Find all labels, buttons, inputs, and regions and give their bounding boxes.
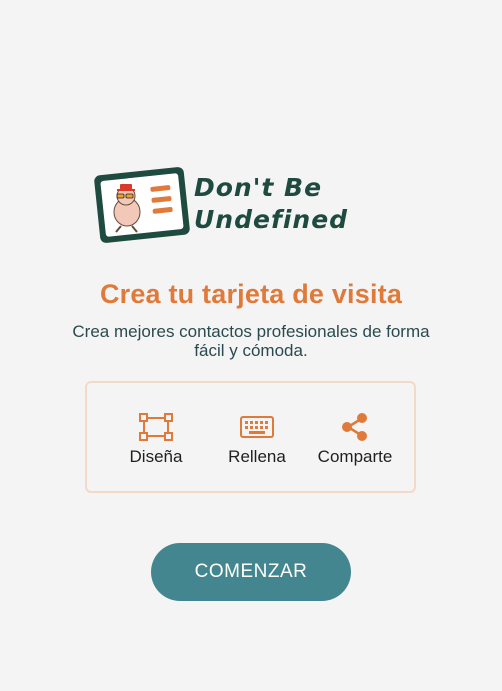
business-card-logo-icon — [94, 167, 190, 243]
feature-share: Comparte — [305, 413, 405, 467]
features-panel: Diseña Rellena Comparte — [85, 381, 416, 493]
design-icon — [139, 413, 173, 441]
logo-line-1: Don't Be — [194, 173, 323, 202]
page-subtitle: Crea mejores contactos profesionales de … — [72, 322, 430, 360]
app-logo: Don't Be Undefined — [94, 164, 410, 248]
logo-line-2: Undefined — [194, 205, 349, 234]
share-icon — [342, 413, 367, 441]
feature-fill: Rellena — [207, 413, 307, 467]
feature-design: Diseña — [106, 413, 206, 467]
feature-design-label: Diseña — [129, 447, 183, 466]
keyboard-icon — [240, 416, 274, 438]
page-title: Crea tu tarjeta de visita — [99, 279, 403, 309]
start-button[interactable]: COMENZAR — [151, 543, 351, 601]
feature-fill-label: Rellena — [228, 447, 286, 466]
logo-wordmark: Don't Be Undefined — [194, 172, 410, 248]
feature-share-label: Comparte — [317, 447, 393, 466]
